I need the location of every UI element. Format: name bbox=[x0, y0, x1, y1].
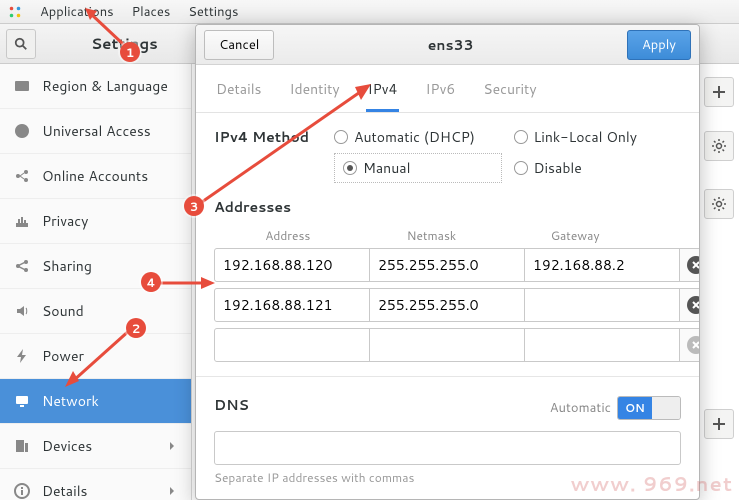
sidebar-item-devices[interactable]: Devices bbox=[0, 424, 191, 469]
gear-icon bbox=[711, 196, 727, 212]
menu-places[interactable]: Places bbox=[132, 3, 171, 21]
netmask-input[interactable] bbox=[370, 288, 525, 322]
dns-heading: DNS bbox=[214, 395, 249, 415]
col-address: Address bbox=[216, 227, 360, 244]
switch-on-label: ON bbox=[618, 397, 652, 419]
delete-row-button[interactable] bbox=[680, 248, 699, 282]
netmask-input[interactable] bbox=[370, 328, 525, 362]
method-disable-radio[interactable]: Disable bbox=[514, 158, 682, 178]
dns-automatic-label: Automatic bbox=[550, 399, 611, 417]
sidebar-item-label: Devices bbox=[42, 436, 92, 456]
sidebar-item-label: Power bbox=[42, 346, 84, 366]
top-menubar: Applications Places Settings bbox=[0, 0, 739, 24]
plus-icon bbox=[712, 417, 726, 431]
radio-label: Manual bbox=[363, 158, 410, 178]
sidebar-item-sound[interactable]: Sound bbox=[0, 289, 191, 334]
plus-icon bbox=[712, 85, 726, 99]
netmask-input[interactable] bbox=[370, 248, 525, 282]
tab-ipv6[interactable]: IPv6 bbox=[423, 75, 457, 112]
col-gateway: Gateway bbox=[503, 227, 647, 244]
settings-title: Settings bbox=[91, 33, 158, 54]
sidebar-item-region-language[interactable]: Region & Language bbox=[0, 64, 191, 109]
search-icon bbox=[14, 37, 28, 51]
sidebar-item-label: Network bbox=[42, 391, 99, 411]
radio-label: Link-Local Only bbox=[534, 127, 638, 147]
connection-editor-dialog: Cancel ens33 Apply Details Identity IPv4… bbox=[195, 24, 700, 500]
add-network-button[interactable] bbox=[704, 77, 734, 107]
gateway-input[interactable] bbox=[525, 288, 680, 322]
address-row bbox=[214, 328, 681, 362]
connection-settings-button-2[interactable] bbox=[704, 189, 734, 219]
sidebar-item-label: Universal Access bbox=[42, 121, 151, 141]
connection-settings-button[interactable] bbox=[704, 131, 734, 161]
sidebar-item-label: Online Accounts bbox=[42, 166, 148, 186]
menu-settings[interactable]: Settings bbox=[188, 3, 238, 21]
dns-servers-input[interactable] bbox=[214, 431, 681, 465]
delete-row-button[interactable] bbox=[680, 328, 699, 362]
watermark: www. 969.net bbox=[570, 470, 733, 498]
addresses-heading: Addresses bbox=[214, 197, 681, 217]
address-row bbox=[214, 248, 681, 282]
sidebar-item-label: Sound bbox=[42, 301, 84, 321]
menu-applications[interactable]: Applications bbox=[40, 3, 114, 21]
tab-details[interactable]: Details bbox=[214, 75, 264, 112]
sidebar-item-privacy[interactable]: Privacy bbox=[0, 199, 191, 244]
ipv4-method-heading: IPv4 Method bbox=[214, 127, 334, 183]
add-vpn-button[interactable] bbox=[704, 409, 734, 439]
sidebar-item-power[interactable]: Power bbox=[0, 334, 191, 379]
sidebar-item-sharing[interactable]: Sharing bbox=[0, 244, 191, 289]
address-input[interactable] bbox=[214, 288, 370, 322]
gateway-input[interactable] bbox=[525, 248, 680, 282]
dialog-title: ens33 bbox=[274, 35, 627, 55]
delete-row-button[interactable] bbox=[680, 288, 699, 322]
gear-icon bbox=[711, 138, 727, 154]
tab-identity[interactable]: Identity bbox=[288, 75, 342, 112]
gateway-input[interactable] bbox=[525, 328, 680, 362]
sidebar-item-label: Sharing bbox=[42, 256, 92, 276]
sidebar-item-label: Details bbox=[42, 481, 88, 500]
method-linklocal-radio[interactable]: Link-Local Only bbox=[514, 127, 682, 147]
cancel-button[interactable]: Cancel bbox=[204, 30, 274, 60]
activities-icon bbox=[8, 5, 22, 19]
sidebar-item-universal-access[interactable]: Universal Access bbox=[0, 109, 191, 154]
close-icon bbox=[687, 256, 700, 274]
addresses-column-headers: Address Netmask Gateway bbox=[214, 227, 681, 248]
sidebar-item-network[interactable]: Network bbox=[0, 379, 191, 424]
dialog-headerbar: Cancel ens33 Apply bbox=[196, 25, 699, 65]
sidebar-item-details[interactable]: Details bbox=[0, 469, 191, 500]
address-input[interactable] bbox=[214, 328, 370, 362]
sidebar-item-online-accounts[interactable]: Online Accounts bbox=[0, 154, 191, 199]
close-icon bbox=[687, 336, 700, 354]
radio-label: Automatic (DHCP) bbox=[354, 127, 475, 147]
col-netmask: Netmask bbox=[360, 227, 504, 244]
settings-sidebar: Region & Language Universal Access Onlin… bbox=[0, 64, 192, 500]
dialog-tabs: Details Identity IPv4 IPv6 Security bbox=[196, 65, 699, 113]
dns-automatic-switch[interactable]: ON bbox=[617, 396, 681, 420]
close-icon bbox=[687, 296, 700, 314]
tab-ipv4[interactable]: IPv4 bbox=[366, 75, 400, 112]
search-button[interactable] bbox=[6, 29, 36, 59]
tab-security[interactable]: Security bbox=[481, 75, 538, 112]
network-side-actions bbox=[699, 64, 739, 444]
address-input[interactable] bbox=[214, 248, 370, 282]
apply-button[interactable]: Apply bbox=[627, 30, 691, 60]
method-manual-radio[interactable]: Manual bbox=[334, 153, 502, 183]
method-automatic-radio[interactable]: Automatic (DHCP) bbox=[334, 127, 502, 147]
address-row bbox=[214, 288, 681, 322]
radio-label: Disable bbox=[534, 158, 582, 178]
sidebar-item-label: Privacy bbox=[42, 211, 88, 231]
sidebar-item-label: Region & Language bbox=[42, 76, 168, 96]
